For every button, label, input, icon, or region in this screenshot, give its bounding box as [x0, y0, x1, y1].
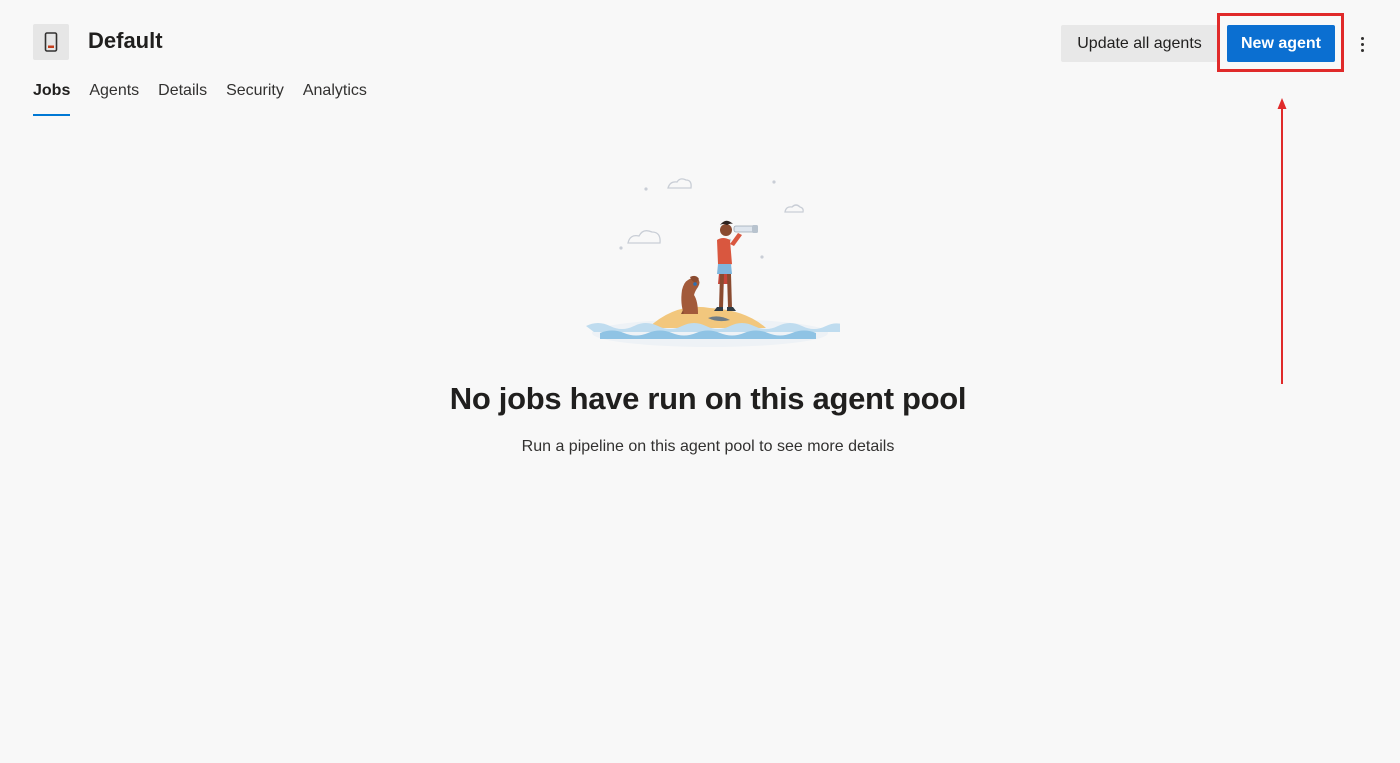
- annotation-arrow-icon: [1277, 98, 1287, 384]
- agent-pool-page: Default Jobs Agents Details Security Ana…: [0, 0, 1400, 763]
- empty-state-subtitle: Run a pipeline on this agent pool to see…: [521, 438, 895, 455]
- tab-jobs[interactable]: Jobs: [33, 80, 71, 116]
- page-header: Default Jobs Agents Details Security Ana…: [0, 0, 1400, 120]
- island-lookout-illustration: [586, 178, 840, 347]
- empty-state-title: No jobs have run on this agent pool: [449, 381, 967, 416]
- tab-analytics[interactable]: Analytics: [303, 80, 367, 116]
- tab-security[interactable]: Security: [226, 80, 284, 116]
- page-title: Default: [88, 28, 163, 53]
- phone-device-icon: [33, 24, 69, 60]
- tab-details[interactable]: Details: [158, 80, 207, 116]
- more-vertical-icon[interactable]: [1352, 30, 1372, 58]
- update-all-agents-button[interactable]: Update all agents: [1061, 25, 1218, 62]
- new-agent-button[interactable]: New agent: [1227, 25, 1335, 62]
- tab-agents[interactable]: Agents: [89, 80, 139, 116]
- tab-bar: Jobs Agents Details Security Analytics: [33, 80, 386, 116]
